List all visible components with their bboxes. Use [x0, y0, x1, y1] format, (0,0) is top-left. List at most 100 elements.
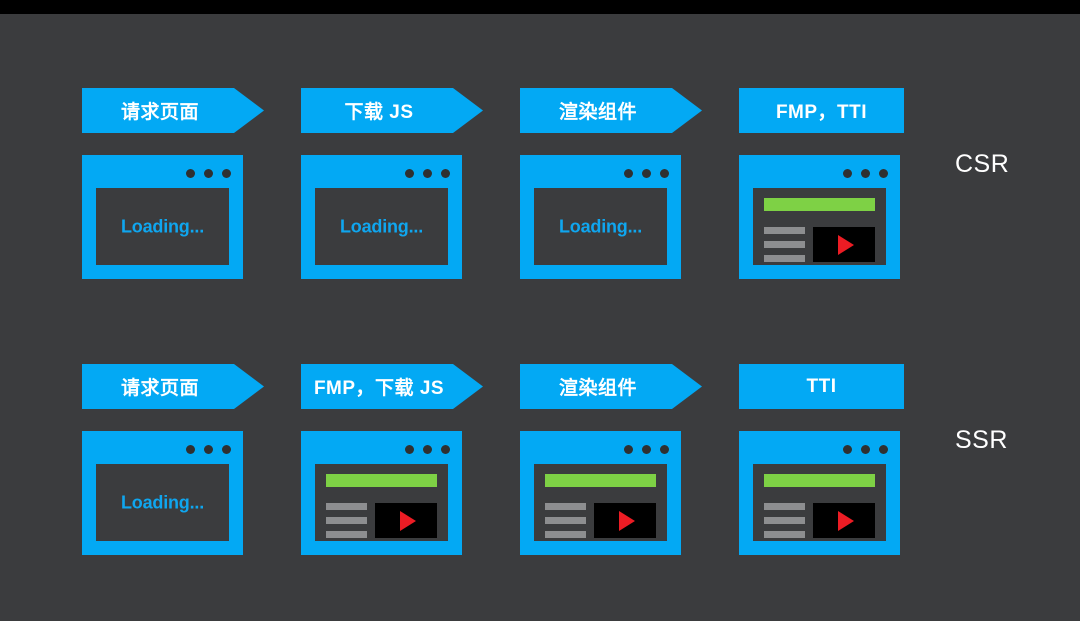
browser-mockup	[301, 431, 462, 555]
stage-banner-label: 下载 JS	[344, 102, 414, 123]
content-text-line	[764, 517, 805, 524]
window-dot-icon	[642, 169, 651, 178]
window-dot-icon	[441, 445, 450, 454]
window-dot-icon	[405, 169, 414, 178]
stage-banner[interactable]: FMP，TTI	[739, 88, 904, 133]
stage-banner[interactable]: 请求页面	[82, 88, 264, 133]
stage-csr-0: 请求页面 Loading...	[82, 88, 264, 279]
content-text-line	[326, 531, 367, 538]
page-content	[326, 474, 437, 538]
page-content	[764, 474, 875, 538]
content-text-line	[545, 503, 586, 510]
content-text-line	[764, 227, 805, 234]
content-headline-bar	[764, 474, 875, 487]
window-dots	[405, 169, 450, 178]
stage-banner-label: 渲染组件	[558, 102, 637, 123]
row-label-csr: CSR	[955, 150, 1010, 178]
browser-screen: Loading...	[96, 188, 229, 265]
loading-label: Loading...	[121, 492, 204, 512]
window-dots	[843, 169, 888, 178]
content-text-line	[545, 531, 586, 538]
window-dot-icon	[441, 169, 450, 178]
loading-label: Loading...	[340, 216, 423, 236]
play-icon	[618, 510, 635, 531]
browser-mockup	[520, 431, 681, 555]
window-dots	[624, 445, 669, 454]
content-text-line	[326, 517, 367, 524]
browser-mockup: Loading...	[301, 155, 462, 279]
video-thumbnail[interactable]	[375, 503, 437, 538]
loading-label: Loading...	[559, 216, 642, 236]
video-thumbnail[interactable]	[813, 503, 875, 538]
content-text-line	[764, 503, 805, 510]
window-dots	[843, 445, 888, 454]
stage-banner-label: 渲染组件	[558, 378, 637, 399]
content-text-lines	[764, 227, 805, 269]
window-dot-icon	[879, 445, 888, 454]
window-dot-icon	[861, 169, 870, 178]
loading-label: Loading...	[121, 216, 204, 236]
window-dot-icon	[879, 169, 888, 178]
stage-ssr-0: 请求页面 Loading...	[82, 364, 264, 555]
stage-csr-1: 下载 JS Loading...	[301, 88, 483, 279]
stage-banner[interactable]: 渲染组件	[520, 364, 702, 409]
stage-banner-label: FMP，下载 JS	[313, 378, 445, 399]
content-text-lines	[545, 503, 586, 545]
browser-mockup	[739, 431, 900, 555]
window-dot-icon	[423, 445, 432, 454]
stage-banner[interactable]: TTI	[739, 364, 904, 409]
browser-mockup: Loading...	[82, 431, 243, 555]
window-dot-icon	[642, 445, 651, 454]
window-dots	[186, 169, 231, 178]
browser-screen: Loading...	[534, 188, 667, 265]
window-dot-icon	[405, 445, 414, 454]
content-text-line	[764, 255, 805, 262]
content-text-lines	[326, 503, 367, 545]
browser-mockup: Loading...	[520, 155, 681, 279]
stage-banner-label: TTI	[806, 375, 837, 397]
window-dot-icon	[222, 445, 231, 454]
video-thumbnail[interactable]	[594, 503, 656, 538]
content-text-line	[764, 531, 805, 538]
slide-canvas: 请求页面 Loading... 下载 JS Loading... 渲染组件 Lo…	[0, 0, 1080, 621]
window-dot-icon	[186, 445, 195, 454]
window-dot-icon	[843, 169, 852, 178]
browser-screen: Loading...	[96, 464, 229, 541]
stage-banner[interactable]: FMP，下载 JS	[301, 364, 483, 409]
browser-mockup: Loading...	[82, 155, 243, 279]
video-thumbnail[interactable]	[813, 227, 875, 262]
stage-banner-label: 请求页面	[120, 378, 199, 399]
stage-banner-label: FMP，TTI	[775, 102, 868, 123]
stage-banner[interactable]: 请求页面	[82, 364, 264, 409]
stage-banner[interactable]: 渲染组件	[520, 88, 702, 133]
window-dot-icon	[843, 445, 852, 454]
window-dot-icon	[204, 445, 213, 454]
window-dots	[405, 445, 450, 454]
browser-screen	[534, 464, 667, 541]
content-text-line	[326, 503, 367, 510]
window-dot-icon	[624, 445, 633, 454]
content-text-lines	[764, 503, 805, 545]
top-black-bar	[0, 0, 1080, 14]
browser-mockup	[739, 155, 900, 279]
stage-csr-3: FMP，TTI	[739, 88, 921, 279]
window-dot-icon	[660, 445, 669, 454]
window-dots	[186, 445, 231, 454]
window-dot-icon	[660, 169, 669, 178]
content-headline-bar	[326, 474, 437, 487]
row-label-ssr: SSR	[955, 426, 1008, 454]
content-headline-bar	[764, 198, 875, 211]
window-dot-icon	[624, 169, 633, 178]
browser-screen	[753, 464, 886, 541]
stage-ssr-1: FMP，下载 JS	[301, 364, 483, 555]
content-text-line	[545, 517, 586, 524]
play-icon	[399, 510, 416, 531]
page-content	[764, 198, 875, 262]
browser-screen	[315, 464, 448, 541]
browser-screen: Loading...	[315, 188, 448, 265]
window-dots	[624, 169, 669, 178]
play-icon	[837, 510, 854, 531]
content-headline-bar	[545, 474, 656, 487]
stage-banner[interactable]: 下载 JS	[301, 88, 483, 133]
page-content	[545, 474, 656, 538]
